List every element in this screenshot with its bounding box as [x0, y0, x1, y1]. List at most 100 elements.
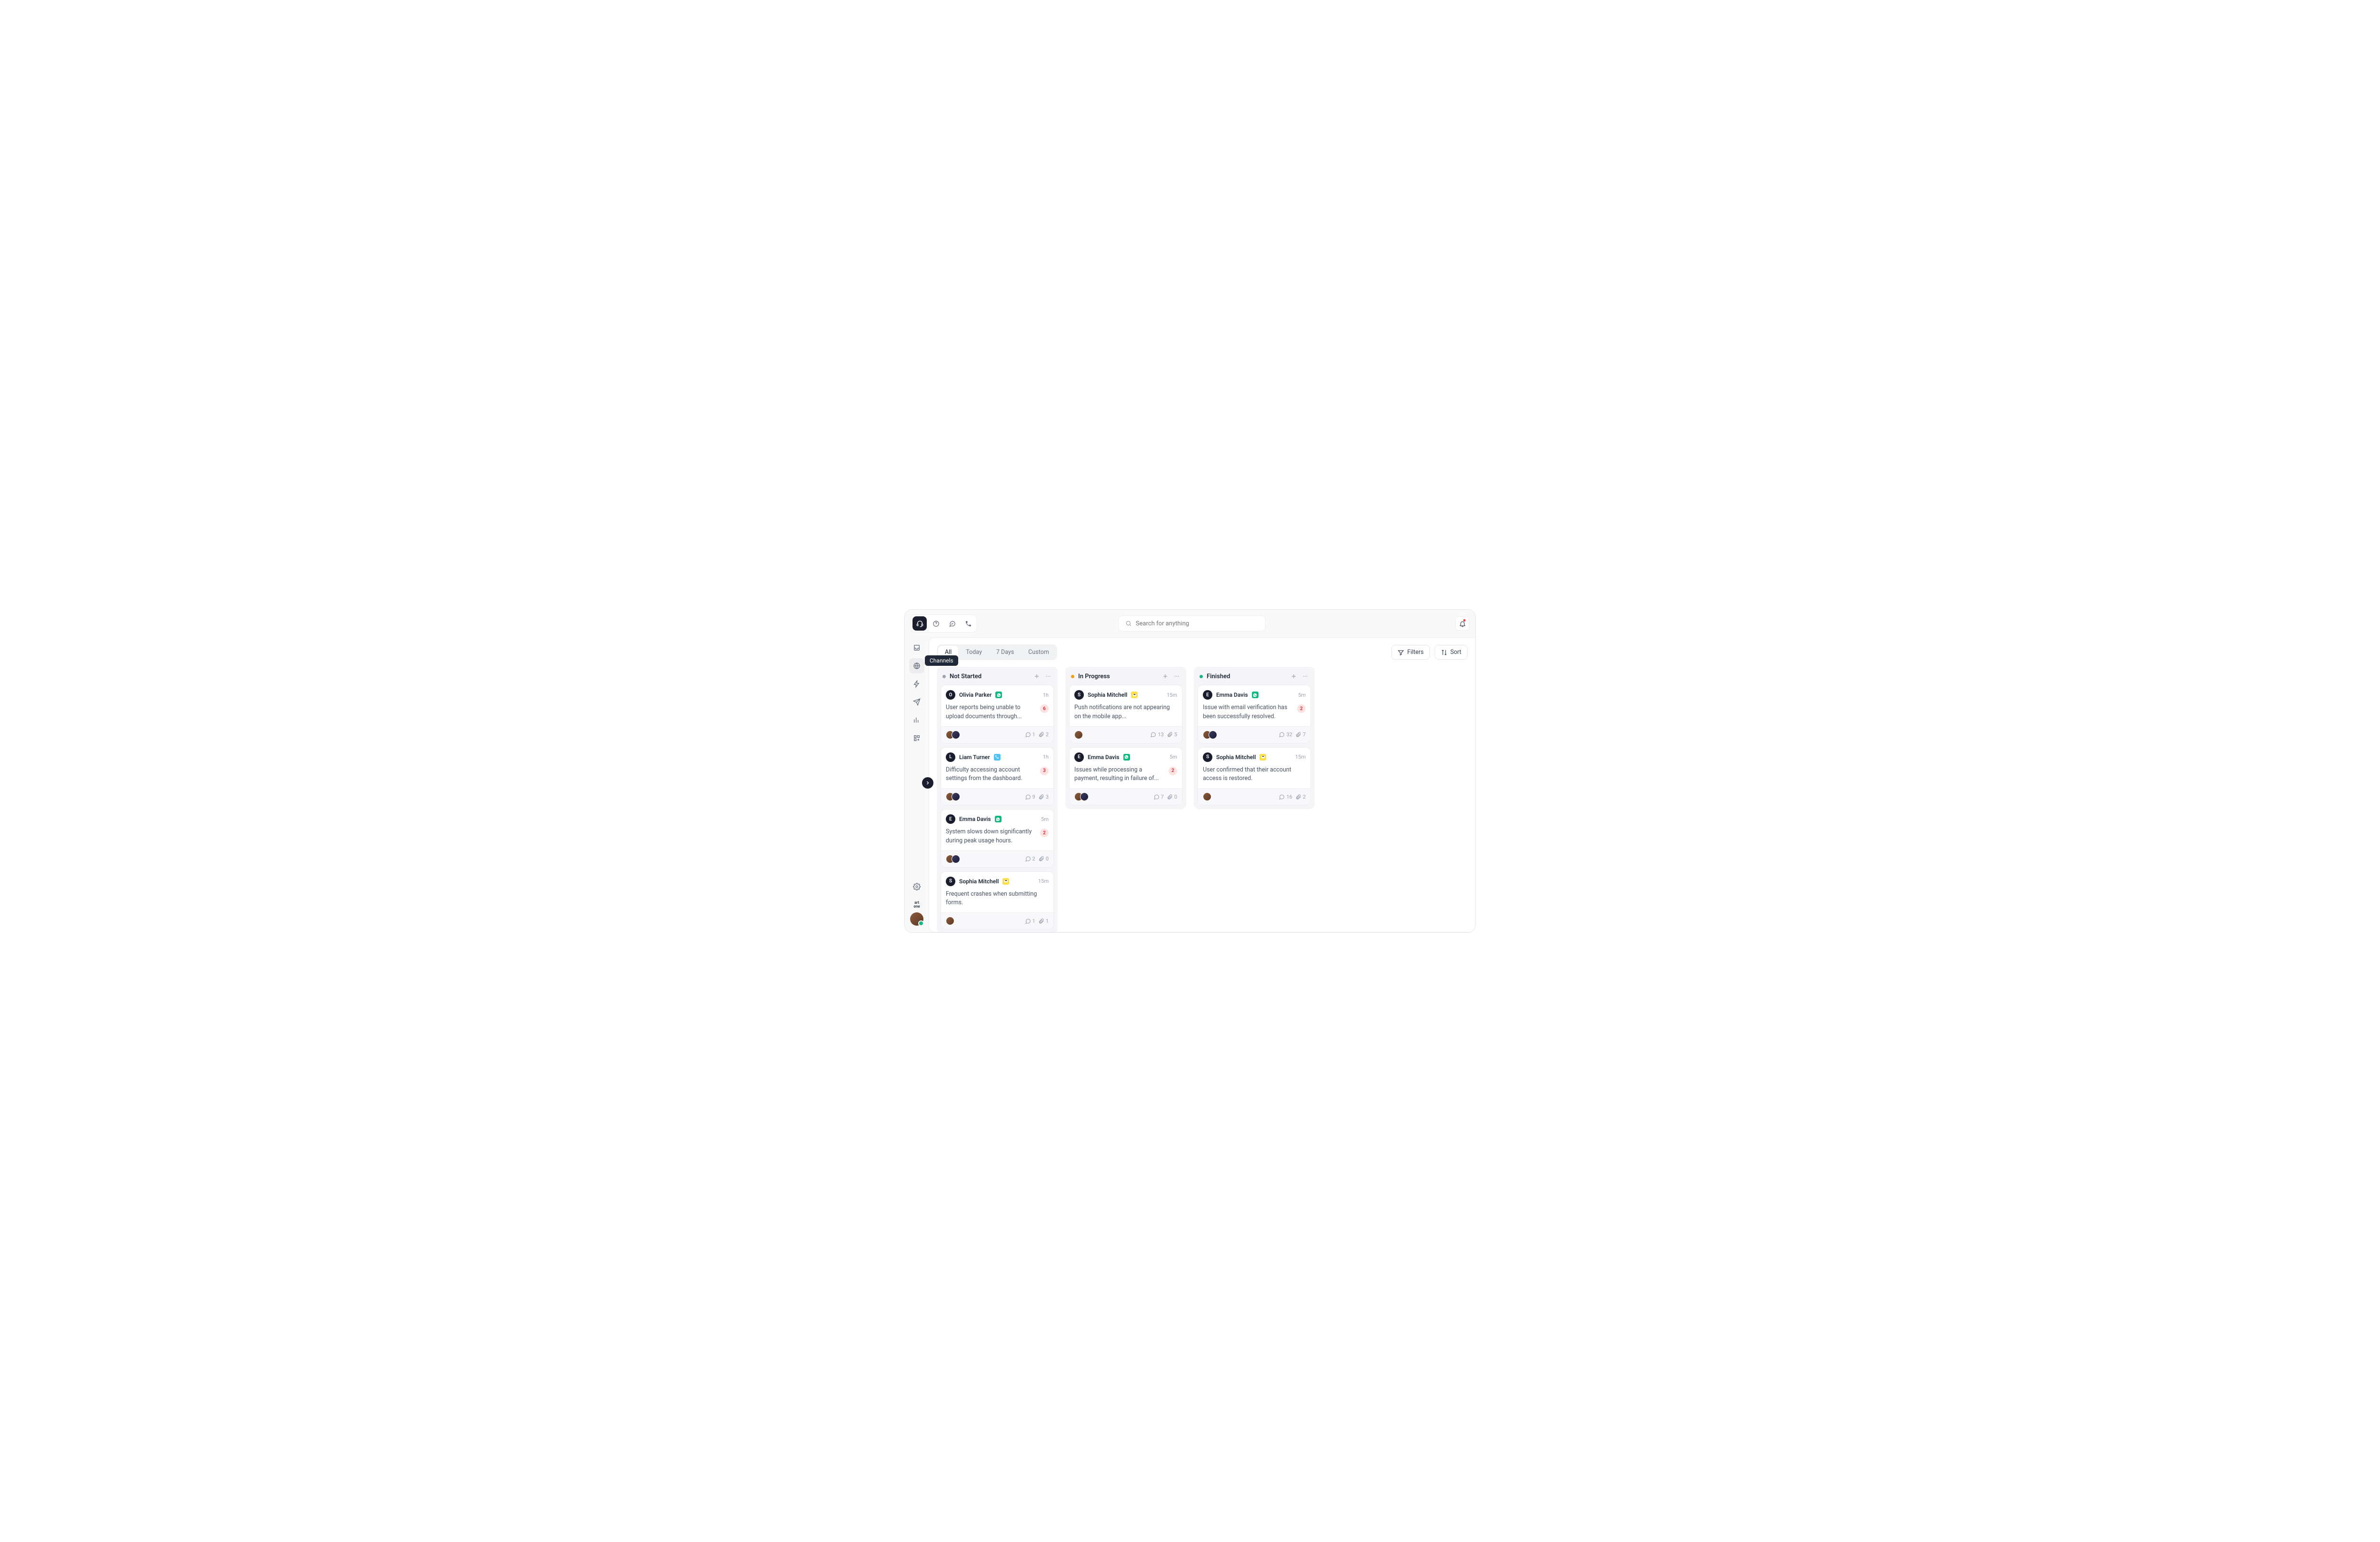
user-avatar[interactable] [910, 912, 923, 926]
attachment-count: 5 [1167, 731, 1177, 738]
comment-count: 1 [1025, 918, 1035, 924]
card-time: 5m [1041, 816, 1049, 822]
sidebar-settings[interactable] [909, 879, 924, 894]
column-menu[interactable] [1173, 672, 1180, 680]
assignee-avatars [1203, 792, 1211, 801]
comment-icon [1279, 794, 1285, 800]
column-finished: Finished E Emma Davis 5m Issue with emai… [1194, 667, 1315, 809]
card-time: 1h [1043, 754, 1049, 760]
author-name: Sophia Mitchell [959, 878, 999, 885]
assignee-avatars [1203, 731, 1217, 739]
filter-icon [1398, 649, 1404, 656]
assignee-avatars [946, 917, 954, 925]
clip-icon [1295, 794, 1301, 800]
card-description: Push notifications are not appearing on … [1074, 703, 1177, 722]
assignee-avatars [946, 855, 960, 863]
comment-count: 32 [1279, 731, 1292, 738]
support-icon[interactable] [912, 616, 927, 631]
main-content: All Today 7 Days Custom Filters Sort Not… [929, 637, 1475, 932]
search-input[interactable] [1118, 615, 1266, 632]
search-icon [1125, 620, 1132, 627]
channel-email-icon [1002, 878, 1009, 885]
card-description: Frequent crashes when submitting forms. [946, 890, 1049, 908]
column-menu[interactable] [1044, 672, 1052, 680]
attachment-count: 2 [1038, 731, 1049, 738]
assignee-avatars [946, 731, 960, 739]
column-menu[interactable] [1301, 672, 1309, 680]
notification-dot [1463, 619, 1466, 622]
author-avatar: E [1203, 690, 1212, 700]
chat-icon[interactable] [945, 616, 959, 631]
card-description: Difficulty accessing account settings fr… [946, 766, 1036, 784]
clip-icon [1167, 731, 1173, 738]
attachment-count: 7 [1295, 731, 1306, 738]
sidebar-analytics[interactable] [909, 712, 924, 728]
clip-icon [1038, 856, 1044, 862]
author-name: Emma Davis [1088, 754, 1120, 761]
help-icon[interactable] [929, 616, 943, 631]
channel-email-icon [1131, 692, 1138, 698]
sidebar-automations[interactable] [909, 676, 924, 692]
attachment-count: 0 [1038, 856, 1049, 862]
ticket-card[interactable]: O Olivia Parker 1h User reports being un… [941, 685, 1054, 743]
ticket-card[interactable]: S Sophia Mitchell 15m User confirmed tha… [1198, 747, 1311, 806]
ticket-card[interactable]: E Emma Davis 5m System slows down signif… [941, 809, 1054, 868]
sidebar-expand[interactable] [922, 777, 933, 789]
header [905, 610, 1475, 637]
status-dot [1200, 675, 1203, 678]
chevron-right-icon [925, 780, 931, 786]
sidebar-apps[interactable] [909, 731, 924, 746]
sidebar-campaigns[interactable] [909, 694, 924, 710]
author-name: Olivia Parker [959, 692, 992, 698]
channel-whatsapp-icon [1252, 692, 1259, 698]
kanban-board: Not Started O Olivia Parker 1h User repo… [937, 667, 1468, 932]
author-avatar: S [1203, 752, 1212, 762]
sort-button[interactable]: Sort [1435, 645, 1468, 660]
clip-icon [1295, 731, 1301, 738]
tab-today[interactable]: Today [959, 646, 989, 659]
count-badge: 3 [1040, 767, 1049, 775]
tab-custom[interactable]: Custom [1021, 646, 1056, 659]
attachment-count: 1 [1038, 918, 1049, 924]
card-time: 1h [1043, 692, 1049, 698]
channel-whatsapp-icon [995, 816, 1002, 822]
channel-email-icon [1259, 754, 1266, 761]
status-dot [1071, 675, 1074, 678]
filters-label: Filters [1407, 649, 1423, 656]
comment-icon [1025, 856, 1031, 862]
attachment-count: 0 [1167, 794, 1177, 800]
card-time: 15m [1038, 878, 1049, 884]
sidebar-inbox[interactable] [909, 640, 924, 655]
ticket-card[interactable]: E Emma Davis 5m Issues while processing … [1069, 747, 1182, 806]
comment-count: 7 [1153, 794, 1164, 800]
comment-icon [1153, 794, 1160, 800]
add-card-button[interactable] [1161, 672, 1169, 680]
add-card-button[interactable] [1290, 672, 1298, 680]
filters-button[interactable]: Filters [1391, 645, 1429, 660]
column-title: Not Started [950, 673, 1029, 680]
count-badge: 6 [1040, 704, 1049, 713]
count-badge: 2 [1040, 829, 1049, 837]
author-name: Sophia Mitchell [1216, 754, 1256, 761]
card-time: 5m [1298, 692, 1306, 698]
ticket-card[interactable]: S Sophia Mitchell 15m Push notifications… [1069, 685, 1182, 743]
card-time: 15m [1167, 692, 1177, 698]
add-card-button[interactable] [1033, 672, 1041, 680]
notifications-button[interactable] [1455, 616, 1469, 631]
phone-icon[interactable] [961, 616, 975, 631]
tab-7days[interactable]: 7 Days [990, 646, 1021, 659]
brand-logo: art one [913, 901, 920, 909]
card-description: System slows down significantly during p… [946, 828, 1036, 846]
search-field[interactable] [1136, 620, 1259, 627]
comment-count: 1 [1025, 731, 1035, 738]
ticket-card[interactable]: S Sophia Mitchell 15m Frequent crashes w… [941, 871, 1054, 930]
author-avatar: L [946, 752, 955, 762]
clip-icon [1038, 731, 1044, 738]
card-description: User confirmed that their account access… [1203, 766, 1306, 784]
ticket-card[interactable]: L Liam Turner 1h Difficulty accessing ac… [941, 747, 1054, 806]
ticket-card[interactable]: E Emma Davis 5m Issue with email verific… [1198, 685, 1311, 743]
comment-count: 2 [1025, 856, 1035, 862]
sort-icon [1441, 649, 1448, 656]
sidebar-channels[interactable] [909, 658, 924, 673]
status-dot [942, 675, 946, 678]
